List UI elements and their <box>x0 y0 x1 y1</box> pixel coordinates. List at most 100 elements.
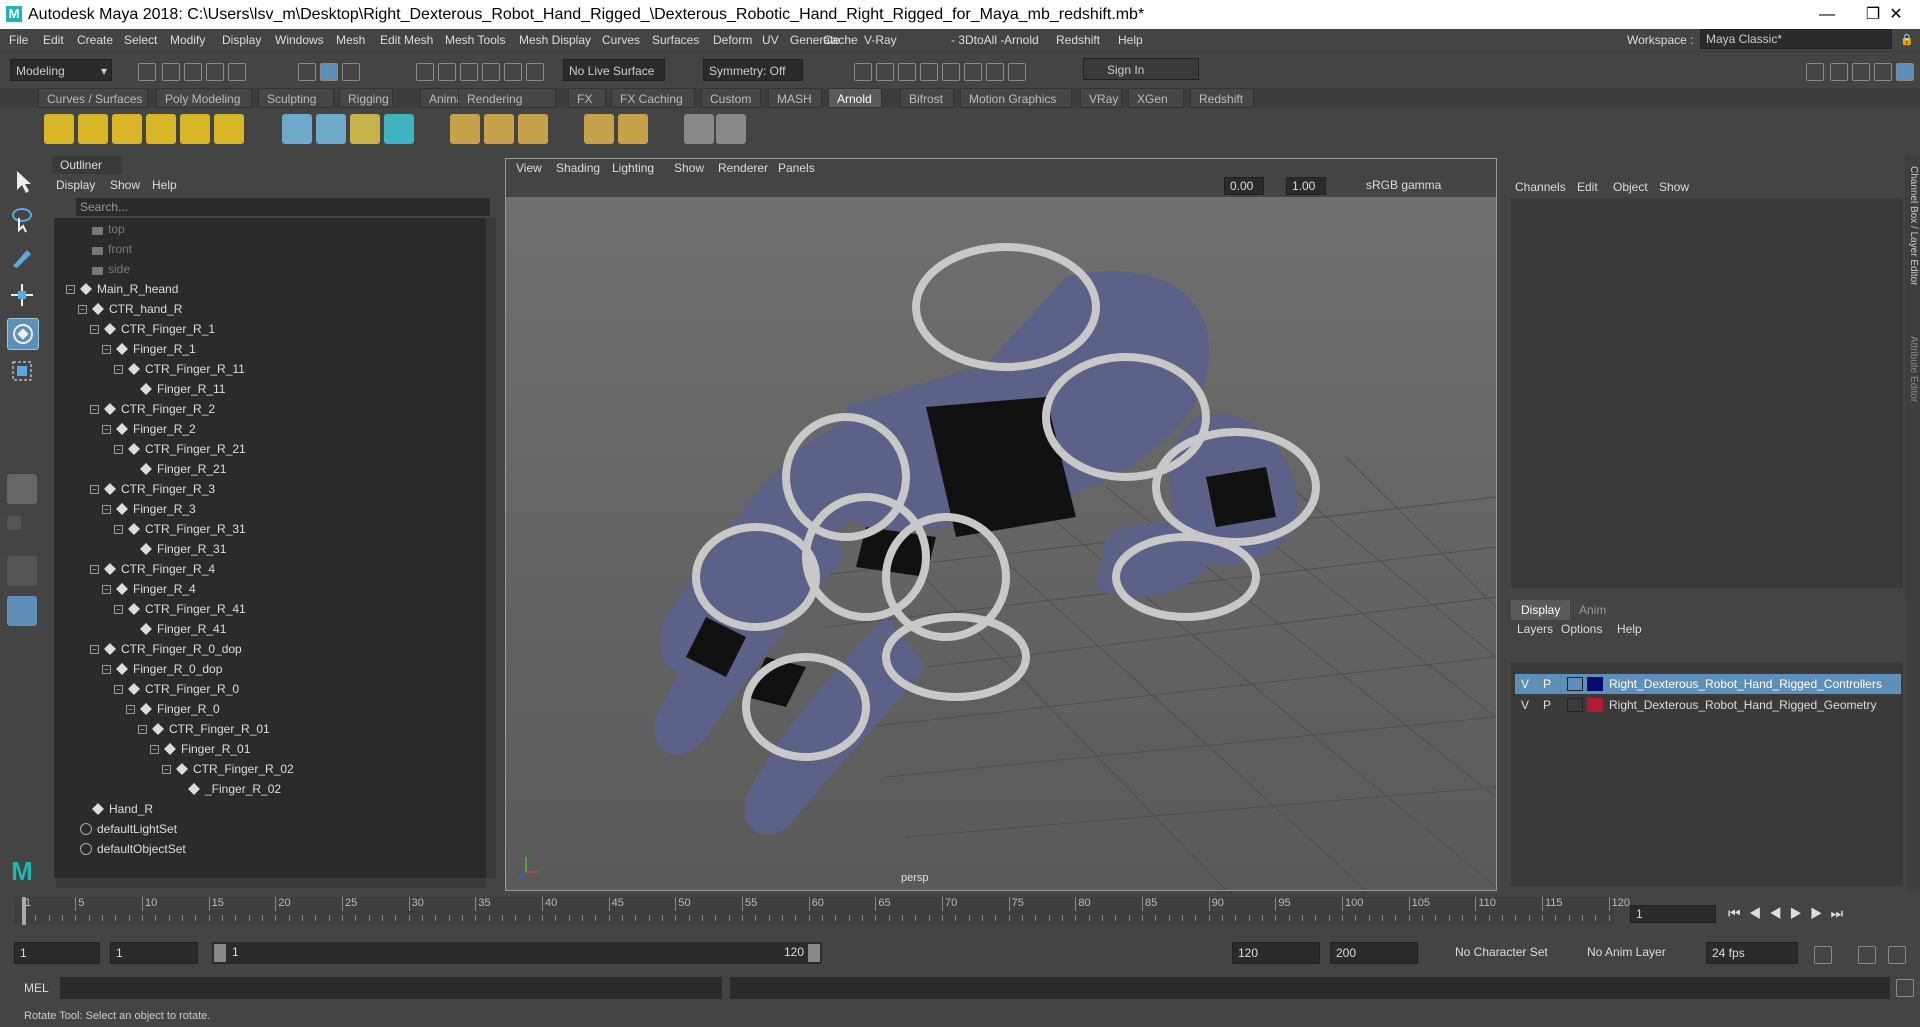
channel-menu-show[interactable]: Show <box>1659 180 1689 194</box>
time-slider[interactable]: 1 5 10 15 20 25 30 35 40 45 50 55 60 65 70 75 80 85 90 95 10… <box>0 897 1920 933</box>
layer-row[interactable]: V P Right_Dexterous_Robot_Hand_Rigged_Geom… <box>1515 695 1901 715</box>
collapse-toggle-icon[interactable]: − <box>102 665 111 674</box>
skydome-light-icon[interactable] <box>146 114 176 144</box>
playback-end-field[interactable]: 120 <box>1232 942 1320 964</box>
viewport-menu-renderer[interactable]: Renderer <box>718 161 768 175</box>
collapse-toggle-icon[interactable]: − <box>114 525 123 534</box>
outliner-menu-help[interactable]: Help <box>152 178 177 192</box>
menu-uv[interactable]: UV <box>762 29 779 51</box>
menu-redshift[interactable]: Redshift <box>1056 29 1100 51</box>
outliner-item-finger-r-31[interactable]: Finger_R_31 <box>140 540 226 558</box>
outliner-scrollbar[interactable] <box>486 218 496 878</box>
symmetry-select[interactable]: Symmetry: Off <box>703 59 803 81</box>
close-button[interactable]: ✕ <box>1873 0 1919 29</box>
curve-collector-icon[interactable] <box>350 114 380 144</box>
outliner-item-defaultobjectset[interactable]: defaultObjectSet <box>80 840 186 858</box>
menu-mesh[interactable]: Mesh <box>336 29 365 51</box>
shelf-tab-curves-surfaces[interactable]: Curves / Surfaces <box>38 88 148 108</box>
end-frame-field[interactable]: 200 <box>1330 942 1418 964</box>
outliner-search-input[interactable]: Search... <box>76 198 490 216</box>
toggle-tool-settings-icon[interactable] <box>1852 63 1870 81</box>
collapse-toggle-icon[interactable]: − <box>162 765 171 774</box>
collapse-toggle-icon[interactable]: − <box>102 425 111 434</box>
menu-create[interactable]: Create <box>77 29 113 51</box>
light-portal-icon[interactable] <box>180 114 210 144</box>
playback-controls[interactable]: ⏮◀◀▶▶⏭ <box>1728 905 1918 925</box>
collapse-toggle-icon[interactable]: − <box>150 745 159 754</box>
menu-file[interactable]: File <box>9 29 28 51</box>
viewport-menu-panels[interactable]: Panels <box>778 161 815 175</box>
collapse-toggle-icon[interactable]: − <box>78 305 87 314</box>
viewport-menu-lighting[interactable]: Lighting <box>612 161 654 175</box>
menu-mesh-display[interactable]: Mesh Display <box>519 29 591 51</box>
viewport-persp[interactable]: View Shading Lighting Show Renderer Panels 0.… <box>505 158 1497 891</box>
layer-playback-toggle[interactable]: P <box>1543 695 1551 715</box>
snap-grid-icon[interactable] <box>416 63 434 81</box>
layout-single-icon[interactable] <box>7 474 37 504</box>
collapse-toggle-icon[interactable]: − <box>114 605 123 614</box>
render-frame-icon[interactable] <box>854 63 872 81</box>
shelf-tab-custom[interactable]: Custom <box>701 88 761 108</box>
channel-menu-edit[interactable]: Edit <box>1577 180 1598 194</box>
shelf-tab-bifrost[interactable]: Bifrost <box>900 88 954 108</box>
play-render-icon[interactable] <box>716 114 746 144</box>
menu-edit[interactable]: Edit <box>43 29 64 51</box>
layout-outliner-icon[interactable] <box>7 596 37 626</box>
paint-select-tool-icon[interactable] <box>7 242 37 272</box>
snap-curve-icon[interactable] <box>438 63 456 81</box>
outliner-item-finger-r-1[interactable]: Finger_R_1 <box>116 340 196 358</box>
collapse-toggle-icon[interactable]: − <box>102 585 111 594</box>
channel-box-side-tab[interactable]: Channel Box / Layer Editor <box>1906 166 1919 316</box>
collapse-toggle-icon[interactable]: − <box>114 365 123 374</box>
outliner-menu-show[interactable]: Show <box>110 178 140 192</box>
menu-arnold[interactable]: Arnold <box>1004 29 1039 51</box>
outliner-item-ctr-finger-r-21[interactable]: CTR_Finger_R_21 <box>128 440 246 458</box>
area-light-icon[interactable] <box>44 114 74 144</box>
select-component-icon[interactable] <box>342 63 360 81</box>
channel-menu-object[interactable]: Object <box>1613 180 1648 194</box>
outliner-item-side[interactable]: side <box>92 260 130 278</box>
outliner-item-finger-r-4[interactable]: Finger_R_4 <box>116 580 196 598</box>
range-start-handle[interactable] <box>214 944 226 962</box>
shelf-tab-arnold[interactable]: Arnold <box>828 88 882 108</box>
snap-rotate-icon[interactable] <box>526 63 544 81</box>
start-frame-field[interactable]: 1 <box>14 942 100 964</box>
mode-select[interactable]: Modeling ▾ <box>10 59 112 81</box>
layer-tab-display[interactable]: Display <box>1511 600 1571 620</box>
outliner-item-top[interactable]: top <box>92 220 125 238</box>
toggle-panel-icon[interactable] <box>1806 63 1824 81</box>
sign-in-button[interactable]: Sign In <box>1083 58 1199 80</box>
new-scene-icon[interactable] <box>138 63 156 81</box>
volume-icon[interactable] <box>384 114 414 144</box>
loop-icon[interactable] <box>1814 946 1832 964</box>
pause-icon[interactable] <box>1008 63 1026 81</box>
outliner-item-ctr-finger-r-31[interactable]: CTR_Finger_R_31 <box>128 520 246 538</box>
anim-layer-select[interactable]: No Anim Layer <box>1582 942 1692 964</box>
outliner-item-finger-r-01[interactable]: Finger_R_01 <box>164 740 250 758</box>
outliner-hscrollbar[interactable] <box>56 878 486 888</box>
layer-row[interactable]: V P Right_Dexterous_Robot_Hand_Rigged_Cont… <box>1515 674 1901 694</box>
fps-select[interactable]: 24 fps <box>1706 942 1798 964</box>
shelf-tab-redshift[interactable]: Redshift <box>1190 88 1254 108</box>
ipr-render-icon[interactable] <box>876 63 894 81</box>
flush-texture-icon[interactable] <box>484 114 514 144</box>
standin-icon[interactable] <box>282 114 312 144</box>
outliner-item-ctr-finger-r-41[interactable]: CTR_Finger_R_41 <box>128 600 246 618</box>
outliner-item-front[interactable]: front <box>92 240 132 258</box>
outliner-item-finger-r-11[interactable]: Finger_R_11 <box>140 380 225 398</box>
attribute-editor-side-tab[interactable]: Attribute Editor <box>1906 336 1919 436</box>
collapse-toggle-icon[interactable]: − <box>114 685 123 694</box>
select-object-icon[interactable] <box>320 63 338 81</box>
workspace-select[interactable]: Maya Classic* <box>1700 29 1892 49</box>
layer-menu-help[interactable]: Help <box>1617 622 1642 636</box>
exposure-field[interactable]: 0.00 <box>1224 177 1264 195</box>
menu-curves[interactable]: Curves <box>602 29 640 51</box>
collapse-toggle-icon[interactable]: − <box>90 485 99 494</box>
outliner-item-finger-r-02[interactable]: _Finger_R_02 <box>188 780 281 798</box>
outliner-item-ctr-finger-r-1[interactable]: CTR_Finger_R_1 <box>104 320 215 338</box>
rotate-tool-icon[interactable] <box>7 318 39 350</box>
toggle-channel-box-icon[interactable] <box>1874 63 1892 81</box>
menu-surfaces[interactable]: Surfaces <box>652 29 699 51</box>
scale-tool-icon[interactable] <box>7 356 37 386</box>
layer-tab-anim[interactable]: Anim <box>1569 600 1616 620</box>
